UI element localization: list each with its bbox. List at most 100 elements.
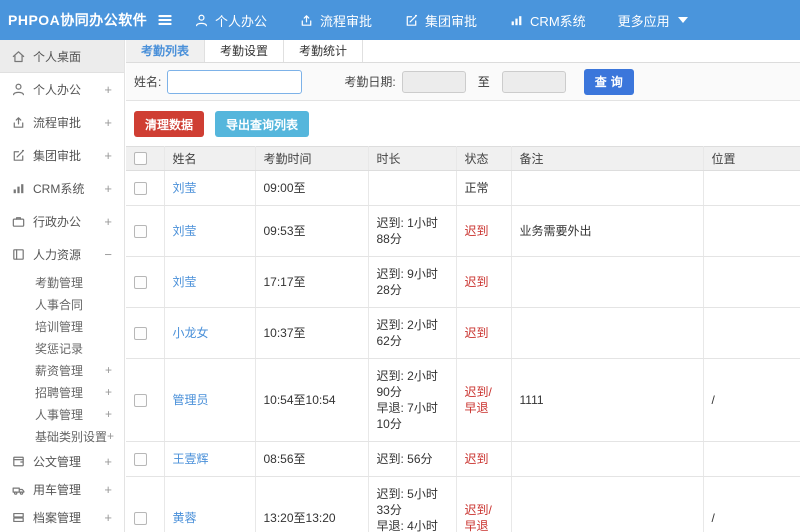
sidebar-subitem-2[interactable]: 培训管理	[0, 315, 124, 337]
sidebar-item-label: 人力资源	[33, 248, 82, 262]
tab-0[interactable]: 考勤列表	[126, 40, 206, 62]
app-logo[interactable]: PHPOA协同办公软件	[0, 10, 150, 30]
sidebar-item-8[interactable]: 用车管理 +	[0, 475, 124, 503]
expand-icon[interactable]: +	[104, 181, 112, 196]
sidebar-subitem-label: 薪资管理	[35, 363, 84, 378]
sidebar-item-5[interactable]: 行政办公 +	[0, 205, 124, 238]
nav-item-1[interactable]: 流程审批	[299, 11, 372, 30]
row-checkbox[interactable]	[134, 326, 147, 340]
attendance-time-cell: 08:56至	[255, 441, 369, 477]
attendance-time-cell: 10:54至10:54	[255, 358, 369, 442]
sidebar-item-7[interactable]: 公文管理 +	[0, 447, 124, 475]
employee-name-link[interactable]: 刘莹	[164, 256, 256, 308]
row-checkbox[interactable]	[134, 224, 147, 238]
expand-icon[interactable]: +	[105, 363, 112, 377]
attendance-date-label: 考勤日期:	[344, 75, 396, 89]
sidebar-subitem-4[interactable]: 薪资管理 +	[0, 359, 124, 381]
duration-cell: 迟到: 1小时88分	[368, 205, 457, 257]
filter-bar: 姓名: 考勤日期: 至 查询	[126, 63, 800, 101]
nav-item-3[interactable]: CRM系统	[509, 11, 586, 30]
expand-icon[interactable]: +	[104, 454, 112, 469]
remark-cell	[511, 476, 704, 532]
chart-icon	[11, 181, 26, 196]
table-row-6: 黄蓉13:20至13:20迟到: 5小时33分早退: 4小时67分迟到/早退 /	[126, 476, 800, 532]
sidebar-item-label: 用车管理	[33, 482, 82, 497]
expand-icon[interactable]: +	[107, 429, 114, 443]
date-to-input[interactable]	[501, 70, 566, 93]
search-button[interactable]: 查询	[583, 68, 634, 95]
sidebar-subitem-7[interactable]: 基础类别设置 +	[0, 425, 124, 447]
row-checkbox[interactable]	[134, 452, 147, 466]
edit-icon	[11, 148, 26, 163]
employee-name-link[interactable]: 黄蓉	[164, 476, 256, 532]
nav-item-2[interactable]: 集团审批	[404, 11, 477, 30]
expand-icon[interactable]: +	[105, 407, 112, 421]
menu-toggle-icon[interactable]	[150, 11, 180, 29]
status-cell: 迟到	[456, 307, 512, 359]
remark-cell	[511, 170, 704, 206]
tab-2[interactable]: 考勤统计	[284, 40, 364, 62]
location-cell: /	[703, 476, 800, 532]
row-checkbox[interactable]	[134, 181, 147, 195]
sidebar-item-2[interactable]: 流程审批 +	[0, 106, 124, 139]
attendance-time-cell: 17:17至	[255, 256, 369, 308]
nav-item-0[interactable]: 个人办公	[194, 11, 267, 30]
sidebar-subitem-1[interactable]: 人事合同	[0, 293, 124, 315]
sidebar-item-label: 流程审批	[33, 116, 82, 130]
col-header-0: 姓名	[164, 146, 256, 171]
status-cell: 迟到/早退	[456, 476, 512, 532]
select-all-checkbox[interactable]	[134, 152, 147, 165]
date-from-input[interactable]	[401, 70, 466, 93]
employee-name-link[interactable]: 刘莹	[164, 205, 256, 257]
briefcase-icon	[11, 214, 26, 229]
sidebar-item-label: 个人办公	[33, 83, 82, 97]
sidebar-subitem-0[interactable]: 考勤管理	[0, 271, 124, 293]
row-checkbox[interactable]	[134, 511, 147, 525]
row-checkbox[interactable]	[134, 393, 147, 407]
remark-cell	[511, 256, 704, 308]
expand-icon[interactable]: +	[104, 214, 112, 229]
nav-item-4[interactable]: 更多应用	[618, 11, 688, 30]
sidebar-item-0[interactable]: 个人桌面	[0, 40, 124, 73]
sidebar-subitem-6[interactable]: 人事管理 +	[0, 403, 124, 425]
expand-icon[interactable]: +	[104, 148, 112, 163]
person-icon	[194, 13, 209, 28]
name-label: 姓名:	[134, 75, 162, 89]
clean-data-button[interactable]: 清理数据	[134, 111, 205, 137]
employee-name-link[interactable]: 小龙女	[164, 307, 256, 359]
collapse-icon[interactable]: −	[104, 247, 112, 262]
employee-name-link[interactable]: 管理员	[164, 358, 256, 442]
remark-cell	[511, 441, 704, 477]
nav-item-label: 个人办公	[215, 13, 268, 29]
sidebar-item-9[interactable]: 档案管理 +	[0, 503, 124, 531]
remark-cell: 业务需要外出	[511, 205, 704, 257]
employee-name-link[interactable]: 王壹辉	[164, 441, 256, 477]
tab-1[interactable]: 考勤设置	[205, 40, 285, 62]
expand-icon[interactable]: +	[104, 82, 112, 97]
sidebar-item-1[interactable]: 个人办公 +	[0, 73, 124, 106]
home-icon	[11, 49, 26, 64]
location-cell	[703, 441, 800, 477]
edit-icon	[404, 13, 419, 28]
sidebar-subitem-3[interactable]: 奖惩记录	[0, 337, 124, 359]
sidebar-item-4[interactable]: CRM系统 +	[0, 172, 124, 205]
row-checkbox[interactable]	[134, 275, 147, 289]
expand-icon[interactable]: +	[104, 510, 112, 525]
expand-icon[interactable]: +	[104, 115, 112, 130]
export-list-button[interactable]: 导出查询列表	[215, 111, 310, 137]
expand-icon[interactable]: +	[105, 385, 112, 399]
sidebar-item-6[interactable]: 人力资源 −	[0, 238, 124, 271]
to-label: 至	[477, 75, 490, 89]
nav-item-label: 集团审批	[425, 13, 478, 29]
expand-icon[interactable]: +	[104, 482, 112, 497]
sidebar-subitem-label: 培训管理	[35, 319, 84, 334]
name-input[interactable]	[167, 69, 303, 94]
col-header-4: 备注	[511, 146, 704, 171]
top-nav: 个人办公 流程审批 集团审批 CRM系统 更多应用	[194, 11, 688, 30]
attendance-time-cell: 13:20至13:20	[255, 476, 369, 532]
employee-name-link[interactable]: 刘莹	[164, 170, 256, 206]
vehicle-icon	[11, 482, 26, 497]
sidebar-subitem-5[interactable]: 招聘管理 +	[0, 381, 124, 403]
nav-item-label: 更多应用	[617, 13, 670, 29]
sidebar-item-3[interactable]: 集团审批 +	[0, 139, 124, 172]
